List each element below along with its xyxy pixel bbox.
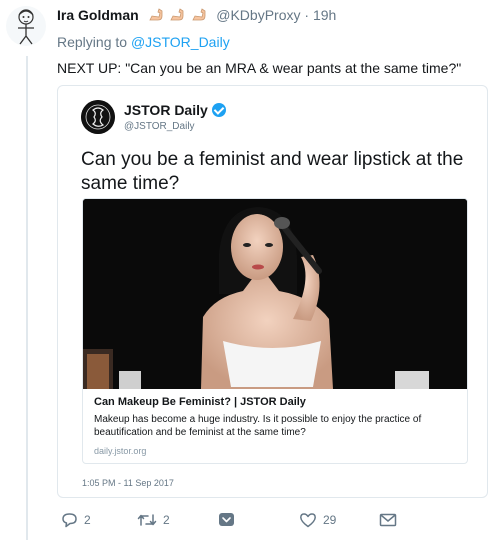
flexed-arm-icon xyxy=(192,8,206,21)
envelope-icon xyxy=(379,513,397,527)
verified-badge-icon xyxy=(211,103,226,117)
jstor-avatar[interactable] xyxy=(81,100,115,134)
thread-line xyxy=(26,56,28,540)
reply-count: 2 xyxy=(84,513,91,527)
jstor-logo-icon xyxy=(81,100,115,134)
author-name[interactable]: Ira Goldman xyxy=(57,7,139,23)
card-domain: daily.jstor.org xyxy=(94,446,147,456)
card-title: Can Makeup Be Feminist? | JSTOR Daily xyxy=(94,396,306,408)
replying-to: Replying to @JSTOR_Daily xyxy=(57,33,489,52)
quoted-tweet[interactable]: JSTOR Daily @JSTOR_Daily Can you be a fe… xyxy=(57,85,488,498)
retweet-button[interactable]: 2 xyxy=(137,512,170,528)
caret-menu-button[interactable] xyxy=(218,512,235,528)
reply-icon xyxy=(62,513,77,528)
quoted-timestamp[interactable]: 1:05 PM - 11 Sep 2017 xyxy=(82,478,174,488)
quoted-author-name[interactable]: JSTOR Daily xyxy=(124,102,226,118)
tweet-header: Ira Goldman @KDbyProxy · 19h xyxy=(57,6,489,27)
woman-applying-makeup-photo xyxy=(83,199,467,389)
quoted-author-label: JSTOR Daily xyxy=(124,102,208,118)
like-count: 29 xyxy=(323,513,337,527)
separator-dot: · xyxy=(304,7,310,23)
tweet-time[interactable]: 19h xyxy=(313,7,336,23)
flexed-arm-icon xyxy=(170,8,184,21)
sketch-avatar-icon xyxy=(18,9,34,45)
tweet-actions: 2 2 29 xyxy=(57,512,489,536)
tweet-text: NEXT UP: "Can you be an MRA & wear pants… xyxy=(57,60,462,76)
author-handle[interactable]: @KDbyProxy xyxy=(216,7,300,23)
like-button[interactable]: 29 xyxy=(299,512,336,528)
reply-button[interactable]: 2 xyxy=(61,512,91,528)
card-image xyxy=(83,199,467,389)
chevron-down-icon xyxy=(219,513,234,526)
direct-message-button[interactable] xyxy=(379,512,397,528)
author-avatar[interactable] xyxy=(6,6,46,46)
quoted-tweet-text: Can you be a feminist and wear lipstick … xyxy=(81,149,464,194)
retweet-icon xyxy=(137,514,157,526)
retweet-count: 2 xyxy=(163,513,170,527)
link-card[interactable]: Can Makeup Be Feminist? | JSTOR Daily Ma… xyxy=(82,198,468,464)
quoted-author-handle[interactable]: @JSTOR_Daily xyxy=(124,121,195,132)
flexed-arm-icon xyxy=(148,8,162,21)
flexed-arm-emojis xyxy=(148,8,211,27)
card-description: Makeup has become a huge industry. Is it… xyxy=(94,414,422,438)
replying-to-link[interactable]: @JSTOR_Daily xyxy=(131,34,230,50)
heart-icon xyxy=(300,513,316,528)
replying-prefix: Replying to xyxy=(57,34,131,50)
tweet: Ira Goldman @KDbyProxy · 19h Replying to… xyxy=(57,6,489,78)
